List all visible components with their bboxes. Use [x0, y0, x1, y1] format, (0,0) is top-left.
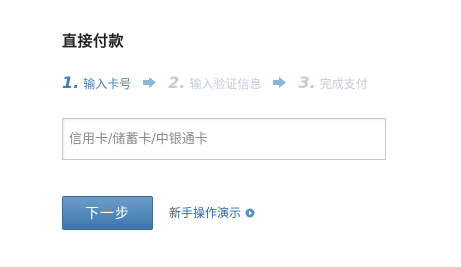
step-1-label: 输入卡号 [83, 76, 132, 91]
step-1: 1. 输入卡号 [62, 73, 131, 92]
step-3: 3. 完成支付 [298, 73, 367, 92]
arrow-right-icon [273, 76, 287, 88]
tutorial-demo-link[interactable]: 新手操作演示 [169, 204, 255, 221]
play-circle-icon [245, 208, 255, 218]
step-progress: 1. 输入卡号 2. 输入验证信息 3. 完成支付 [62, 72, 368, 92]
step-2-number: 2. [168, 72, 186, 92]
next-step-button[interactable]: 下一步 [62, 196, 153, 230]
tutorial-demo-label: 新手操作演示 [169, 206, 242, 220]
step-3-label: 完成支付 [319, 76, 368, 91]
arrow-right-icon [143, 76, 157, 88]
step-1-number: 1. [62, 72, 80, 92]
step-2: 2. 输入验证信息 [168, 73, 261, 92]
step-3-number: 3. [298, 72, 316, 92]
page-title: 直接付款 [62, 32, 125, 50]
card-number-input[interactable] [63, 119, 385, 159]
step-2-label: 输入验证信息 [189, 76, 262, 91]
card-number-field[interactable] [62, 118, 386, 160]
